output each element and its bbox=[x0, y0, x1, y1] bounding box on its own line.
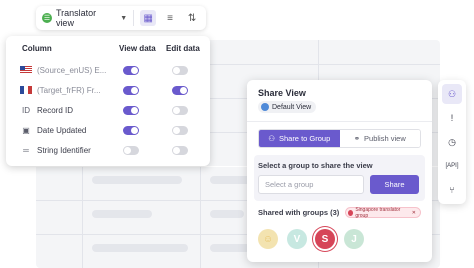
share-view-title: Share View bbox=[258, 88, 306, 98]
view-toggle[interactable] bbox=[123, 85, 139, 95]
share-button[interactable]: Share bbox=[370, 175, 419, 194]
api-icon[interactable]: [API] bbox=[442, 156, 462, 176]
view-data-header: View data bbox=[119, 44, 156, 53]
avatar[interactable]: S bbox=[315, 229, 335, 249]
column-row: (Target_frFR) Fr... bbox=[20, 82, 210, 98]
group-select-input[interactable]: Select a group bbox=[258, 175, 364, 194]
avatar[interactable]: V bbox=[287, 229, 307, 249]
tab-share-to-group-label: Share to Group bbox=[278, 134, 331, 143]
edit-toggle[interactable] bbox=[172, 145, 188, 155]
view-selector-label: Translator view bbox=[55, 8, 97, 28]
flag-fr-icon bbox=[20, 86, 32, 94]
edit-toggle[interactable] bbox=[172, 125, 188, 135]
column-header: Column bbox=[22, 44, 52, 53]
column-row: ID Record ID bbox=[20, 102, 210, 118]
text-icon: ═ bbox=[23, 145, 29, 155]
default-view-badge[interactable]: Default View bbox=[258, 101, 317, 113]
tab-publish-view-label: Publish view bbox=[364, 134, 406, 143]
group-chip-label: Singapore translator group bbox=[355, 206, 401, 219]
column-label: Record ID bbox=[37, 105, 74, 115]
column-row: ═ String Identifier bbox=[20, 142, 210, 158]
branch-icon[interactable]: ⑂ bbox=[442, 180, 462, 200]
view-toggle[interactable] bbox=[123, 105, 139, 115]
column-label: Date Updated bbox=[37, 125, 87, 135]
avatar[interactable]: ☺ bbox=[258, 229, 278, 249]
shared-groups-label: Shared with groups (3) bbox=[258, 208, 340, 217]
edit-toggle[interactable] bbox=[172, 85, 188, 95]
filter-icon[interactable]: ≡ bbox=[162, 10, 178, 26]
edit-toggle[interactable] bbox=[172, 65, 188, 75]
avatar[interactable]: J bbox=[344, 229, 364, 249]
group-avatar-icon bbox=[348, 209, 354, 216]
close-icon[interactable]: ✕ bbox=[412, 210, 416, 216]
link-icon: ⚭ bbox=[353, 134, 361, 143]
grid-icon[interactable]: ▦ bbox=[140, 10, 157, 26]
calendar-icon: ▣ bbox=[22, 125, 30, 135]
share-group-section: Select a group to share the view Select … bbox=[254, 155, 425, 255]
column-label: (Source_enUS) E... bbox=[37, 65, 107, 75]
edit-data-header: Edit data bbox=[166, 44, 200, 53]
flag-us-icon bbox=[20, 66, 32, 74]
id-icon: ID bbox=[22, 105, 30, 115]
view-toggle[interactable] bbox=[123, 65, 139, 75]
view-toolbar: ☰ Translator view ▼ ▦ ≡ ⇅ bbox=[36, 6, 206, 30]
column-row: (Source_enUS) E... bbox=[20, 62, 210, 78]
edit-toggle[interactable] bbox=[172, 105, 188, 115]
alert-icon[interactable]: ! bbox=[442, 108, 462, 128]
group-select-label: Select a group to share the view bbox=[258, 161, 373, 170]
view-toggle[interactable] bbox=[123, 125, 139, 135]
chevron-down-icon: ▼ bbox=[120, 14, 128, 22]
view-dot-icon: ☰ bbox=[42, 13, 52, 23]
group-chip[interactable]: Singapore translator group ✕ bbox=[345, 206, 421, 219]
right-rail: ⚇ ! ◷ [API] ⑂ bbox=[438, 80, 466, 204]
view-toggle[interactable] bbox=[123, 145, 139, 155]
default-view-label: Default View bbox=[272, 103, 312, 111]
column-label: (Target_frFR) Fr... bbox=[37, 85, 101, 95]
column-row: ▣ Date Updated bbox=[20, 122, 210, 138]
users-icon[interactable]: ⚇ bbox=[442, 84, 462, 104]
share-view-panel: Share View Default View ⚇ Share to Group… bbox=[247, 80, 432, 262]
column-label: String Identifier bbox=[37, 145, 91, 155]
tab-publish-view[interactable]: ⚭ Publish view bbox=[339, 130, 420, 147]
divider bbox=[247, 121, 432, 122]
view-selector[interactable]: ☰ Translator view ▼ bbox=[42, 8, 135, 28]
users-icon: ⚇ bbox=[268, 134, 275, 143]
globe-icon bbox=[261, 103, 269, 111]
columns-panel: Column View data Edit data (Source_enUS)… bbox=[6, 36, 210, 166]
share-tabs: ⚇ Share to Group ⚭ Publish view bbox=[258, 129, 421, 148]
sort-icon[interactable]: ⇅ bbox=[184, 10, 200, 26]
tab-share-to-group[interactable]: ⚇ Share to Group bbox=[259, 130, 340, 147]
history-icon[interactable]: ◷ bbox=[442, 132, 462, 152]
